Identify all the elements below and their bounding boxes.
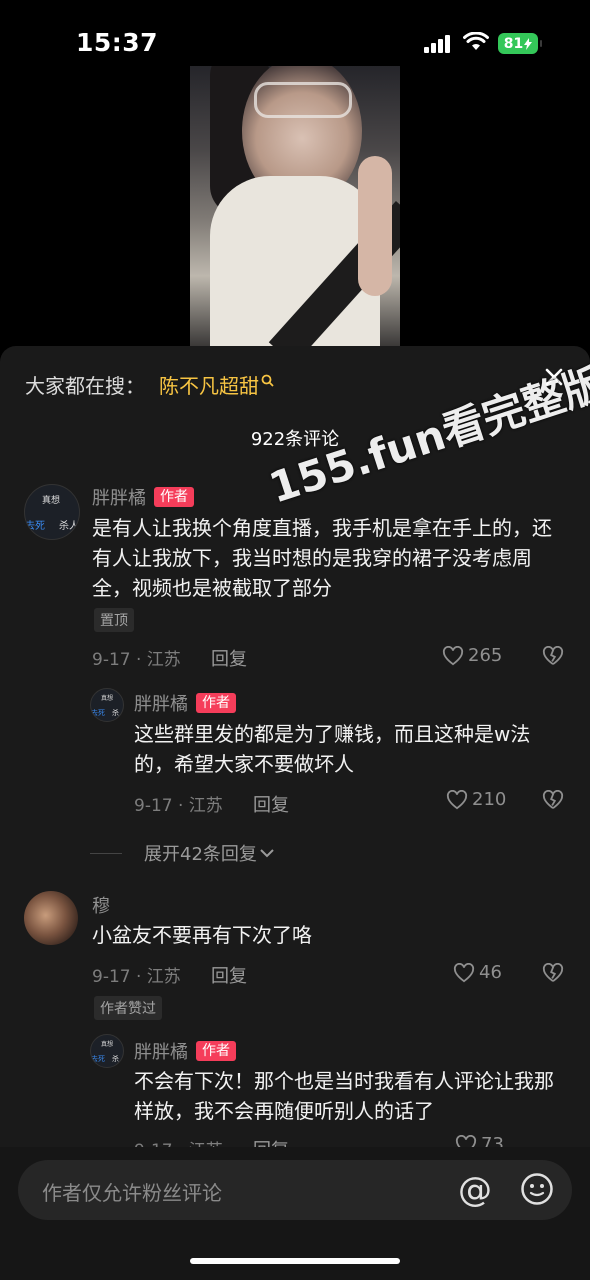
like-button[interactable]: 210 [446, 789, 506, 810]
search-icon [261, 374, 274, 387]
reply-button[interactable]: 回复 [211, 962, 247, 988]
comment-author[interactable]: 胖胖橘 作者 [134, 1038, 236, 1064]
comment-author[interactable]: 穆 [92, 892, 110, 918]
divider [90, 852, 122, 854]
cellular-signal-icon [424, 35, 452, 53]
heart-icon [446, 789, 468, 809]
wifi-icon [463, 32, 489, 50]
comment-input-placeholder: 作者仅允许粉丝评论 [42, 1181, 222, 1205]
expand-replies-label: 展开42条回复 [144, 844, 257, 865]
emoji-icon[interactable] [520, 1172, 554, 1206]
expand-replies-button[interactable]: 展开42条回复 [90, 840, 275, 866]
reply-button[interactable]: 回复 [253, 791, 289, 817]
like-button[interactable]: 46 [453, 962, 502, 983]
charging-bolt-icon [524, 37, 533, 50]
comment-text: 是有人让我换个角度直播，我手机是拿在手上的，还有人让我放下，我当时想的是我穿的裙… [92, 516, 552, 600]
chevron-down-icon [260, 849, 274, 858]
author-badge: 作者 [196, 693, 236, 713]
video-player[interactable] [190, 66, 400, 346]
like-count: 265 [468, 645, 503, 666]
like-button[interactable]: 265 [442, 645, 502, 666]
reply-button[interactable]: 回复 [211, 645, 247, 671]
battery-level: 81 [503, 35, 524, 52]
like-count: 46 [479, 962, 502, 983]
clock: 15:37 [76, 28, 159, 57]
trending-search[interactable]: 大家都在搜： 陈不凡超甜 [25, 370, 275, 399]
comment-text: 小盆友不要再有下次了咯 [92, 923, 312, 947]
avatar[interactable]: 真想 去死 杀人 [24, 484, 80, 540]
pinned-badge: 置顶 [94, 608, 134, 632]
comment-text: 这些群里发的都是为了赚钱，而且这种是w法的，希望大家不要做坏人 [134, 722, 531, 776]
author-badge: 作者 [196, 1041, 236, 1061]
comment-text: 不会有下次！那个也是当时我看有人评论让我那样放，我不会再随便听别人的话了 [134, 1069, 554, 1123]
comment-date-location: 9-17 · 江苏 [92, 967, 181, 987]
avatar[interactable]: 真想 去死 杀人 [90, 688, 124, 722]
trending-search-label: 大家都在搜： [25, 374, 145, 398]
broken-heart-icon[interactable] [542, 963, 564, 983]
heart-icon [442, 645, 464, 665]
broken-heart-icon[interactable] [542, 790, 564, 810]
mention-icon[interactable]: @ [458, 1170, 492, 1210]
video-hand [358, 156, 392, 296]
comment-date-location: 9-17 · 江苏 [92, 650, 181, 670]
status-bar: 15:37 81 [0, 0, 590, 70]
comment-date-location: 9-17 · 江苏 [134, 796, 223, 816]
comment-author[interactable]: 胖胖橘 作者 [92, 484, 194, 510]
author-badge: 作者 [154, 487, 194, 507]
home-indicator[interactable] [190, 1258, 400, 1264]
trending-search-term[interactable]: 陈不凡超甜 [159, 370, 259, 399]
avatar-text: 真想 [42, 496, 61, 506]
avatar[interactable] [24, 891, 78, 945]
battery-indicator: 81 [498, 33, 542, 54]
broken-heart-icon[interactable] [542, 646, 564, 666]
comment-author[interactable]: 胖胖橘 作者 [134, 690, 236, 716]
like-count: 210 [472, 789, 507, 810]
avatar[interactable]: 真想 去死 杀人 [90, 1034, 124, 1068]
heart-icon [453, 962, 475, 982]
video-glasses [254, 82, 352, 118]
author-liked-badge: 作者赞过 [94, 996, 162, 1020]
